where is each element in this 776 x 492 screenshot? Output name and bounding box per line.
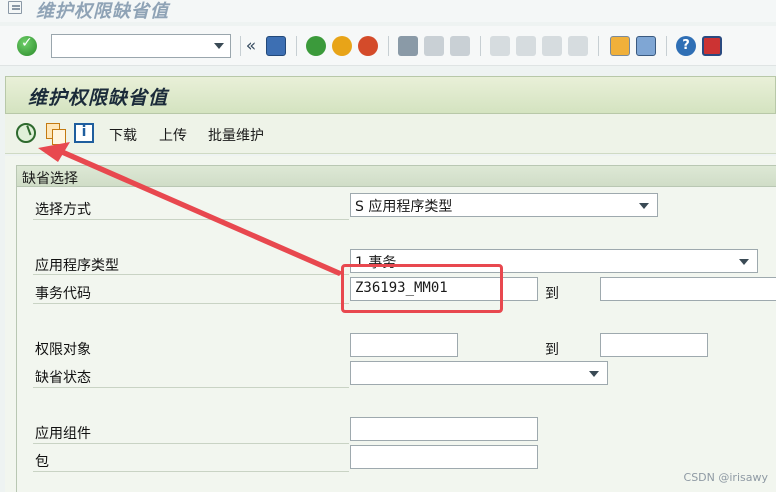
watermark: CSDN @irisawy (683, 471, 768, 484)
annotation-arrow (38, 142, 343, 276)
